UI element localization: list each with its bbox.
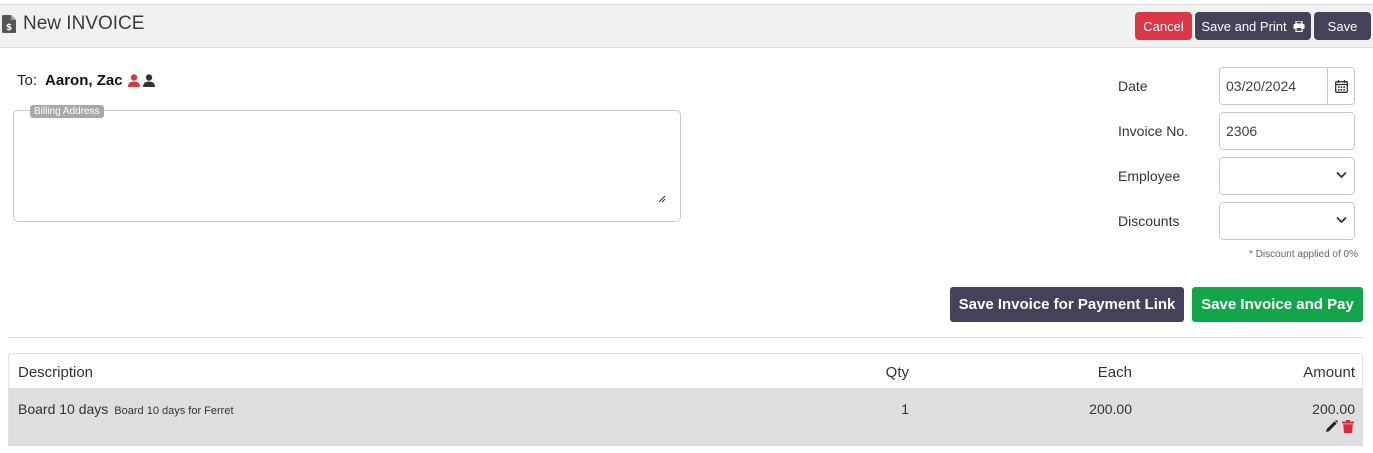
row-description-cell: Board 10 days Board 10 days for Ferret	[18, 401, 234, 417]
cancel-button[interactable]: Cancel	[1135, 12, 1192, 40]
save-button-label: Save	[1327, 18, 1358, 34]
trash-delete-icon[interactable]	[1342, 420, 1354, 433]
employee-select[interactable]	[1219, 157, 1355, 195]
save-invoice-and-pay-button[interactable]: Save Invoice and Pay	[1192, 287, 1363, 322]
row-qty: 1	[901, 401, 909, 417]
table-header-row: Description Qty Each Amount	[9, 354, 1362, 389]
date-label: Date	[1118, 78, 1148, 94]
invoice-document-icon: $	[2, 15, 16, 33]
page-title-text: New INVOICE	[23, 13, 145, 34]
cancel-button-label: Cancel	[1143, 18, 1184, 34]
save-invoice-and-pay-label: Save Invoice and Pay	[1201, 296, 1354, 313]
discounts-select[interactable]	[1219, 202, 1355, 240]
row-description: Board 10 days	[18, 401, 109, 417]
save-invoice-payment-link-button[interactable]: Save Invoice for Payment Link	[950, 287, 1184, 322]
recipient-row: To: Aaron, Zac	[17, 72, 158, 89]
invoice-no-label: Invoice No.	[1118, 123, 1189, 139]
save-button[interactable]: Save	[1314, 12, 1371, 40]
column-header-qty: Qty	[885, 364, 909, 381]
billing-address-textarea[interactable]: Billing Address	[13, 105, 681, 222]
invoice-items-table: Description Qty Each Amount Board 10 day…	[8, 353, 1363, 446]
discount-note: * Discount applied of 0%	[1249, 249, 1358, 260]
page-header: $ New INVOICE Cancel Save and Print Save	[0, 4, 1373, 48]
section-divider	[8, 337, 1363, 338]
column-header-each: Each	[1097, 364, 1132, 381]
discounts-label: Discounts	[1118, 213, 1180, 229]
invoice-no-input[interactable]: 2306	[1219, 112, 1355, 150]
table-row[interactable]: Board 10 days Board 10 days for Ferret 1 …	[9, 389, 1362, 446]
date-picker-button[interactable]	[1327, 67, 1355, 105]
save-and-print-button[interactable]: Save and Print	[1195, 12, 1311, 40]
printer-icon	[1293, 20, 1305, 32]
date-input[interactable]: 03/20/2024	[1219, 67, 1327, 105]
calendar-icon	[1334, 79, 1348, 93]
column-header-description: Description	[18, 364, 94, 381]
pencil-edit-icon[interactable]	[1325, 420, 1338, 433]
save-and-print-label: Save and Print	[1201, 18, 1287, 34]
row-amount: 200.00	[1312, 401, 1355, 417]
billing-address-label: Billing Address	[30, 105, 104, 118]
client-name-link[interactable]: Aaron, Zac	[45, 72, 123, 89]
row-each: 200.00	[1089, 401, 1132, 417]
row-actions	[1325, 420, 1354, 433]
patient-user-icon[interactable]	[142, 74, 155, 87]
resize-grip-icon[interactable]	[658, 195, 666, 203]
chevron-down-icon	[1336, 171, 1347, 179]
page-title: $ New INVOICE	[2, 13, 144, 35]
chevron-down-icon	[1336, 216, 1347, 224]
column-header-amount: Amount	[1303, 364, 1355, 381]
to-label: To:	[17, 72, 38, 89]
save-invoice-payment-link-label: Save Invoice for Payment Link	[958, 296, 1176, 313]
employee-label: Employee	[1118, 168, 1181, 184]
discount-note-text: Discount applied of 0%	[1255, 249, 1358, 260]
row-description-detail: Board 10 days for Ferret	[114, 405, 234, 417]
svg-text:$: $	[6, 23, 12, 33]
required-star: *	[1249, 249, 1253, 260]
client-user-icon[interactable]	[127, 74, 140, 87]
